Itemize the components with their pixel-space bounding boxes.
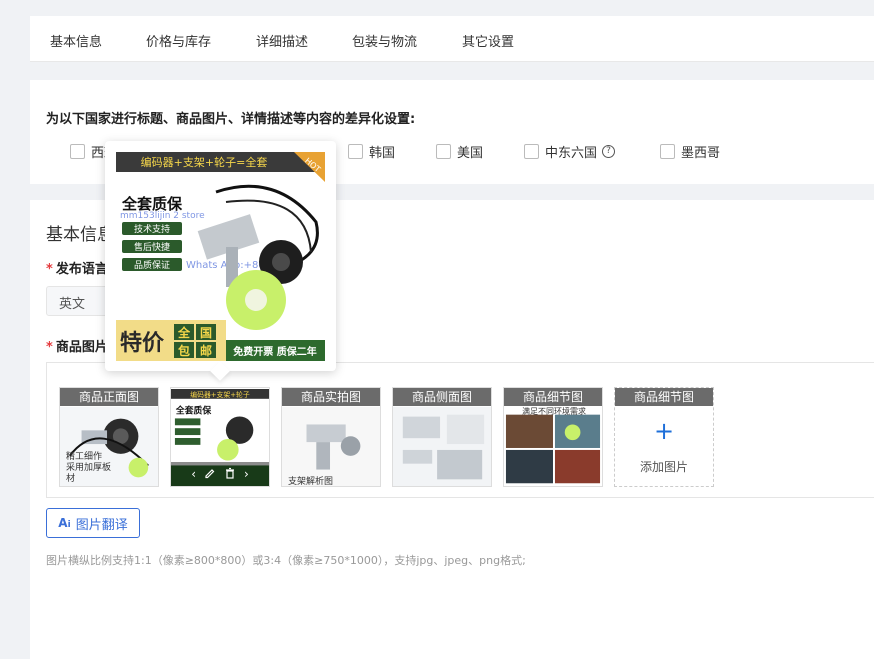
trash-icon[interactable] [224,467,236,482]
image-slot-real-shot[interactable]: 商品实拍图 支架解析图 [281,387,381,487]
image-preview-popover: 编码器+支架+轮子=全套 HOT 全套质保 mm153lijin 2 store… [105,141,336,381]
checkbox-box[interactable] [70,144,85,159]
svg-text:全套质保: 全套质保 [175,405,211,417]
help-icon[interactable]: ? [602,145,616,158]
image-upload-area: 商品正面图 精工细作 采用加厚板材 编码器+支架+轮子 全套质保 ‹ › 商品实… [46,362,874,498]
country-label: 美国 [457,146,484,161]
product-thumbnail [393,406,491,486]
image-translate-button[interactable]: Ai 图片翻译 [46,508,140,538]
slot-header: 商品正面图 [60,388,158,406]
country-checkbox-korea[interactable]: 韩国 [348,142,395,161]
product-thumbnail [504,406,602,486]
slot-header: 商品细节图 [504,388,602,406]
image-format-hint: 图片横纵比例支持1:1（像素≥800*800）或3:4（像素≥750*1000）… [46,554,526,567]
checkbox-box[interactable] [348,144,363,159]
promo-text: 特价 [120,330,165,356]
slot-header: 商品侧面图 [393,388,491,406]
image-slot-front[interactable]: 商品正面图 精工细作 采用加厚板材 [59,387,159,487]
checkbox-box[interactable] [524,144,539,159]
section-title: 基本信息 [46,225,114,245]
tab-other-settings[interactable]: 其它设置 [462,31,514,50]
publish-language-label: * 发布语言 [46,258,108,277]
preview-image: 编码器+支架+轮子=全套 HOT 全套质保 mm153lijin 2 store… [116,152,325,361]
ai-icon: Ai [58,516,71,530]
tab-basic-info[interactable]: 基本信息 [50,31,102,50]
checkbox-box[interactable] [660,144,675,159]
slot-header: 商品细节图 [615,388,713,406]
country-label: 中东六国 [545,146,598,161]
image-slot-add[interactable]: 商品细节图 + 添加图片 [614,387,714,487]
promo-sub: 全 [177,325,191,340]
country-checkbox-usa[interactable]: 美国 [436,142,483,161]
image-slot-back[interactable]: 编码器+支架+轮子 全套质保 ‹ › [170,387,270,487]
country-label: 墨西哥 [681,146,721,161]
tab-description[interactable]: 详细描述 [256,31,308,50]
checkbox-box[interactable] [436,144,451,159]
button-label: 图片翻译 [75,517,128,533]
tab-price-stock[interactable]: 价格与库存 [146,31,211,50]
tag-text: 品质保证 [134,259,170,271]
tag-text: 售后快捷 [134,241,170,253]
watermark: mm153lijin 2 store [120,211,205,221]
tab-bar: 基本信息 价格与库存 详细描述 包装与物流 其它设置 [30,16,874,62]
thumb-caption: 支架解析图 [288,477,334,487]
promo-sub: 包 [177,343,190,358]
thumbnail-actions: ‹ › [171,462,269,486]
chevron-left-icon[interactable]: ‹ [191,467,196,481]
edit-icon[interactable] [204,467,216,482]
required-mark: * [46,340,53,355]
image-slot-side[interactable]: 商品侧面图 [392,387,492,487]
country-checkbox-mexico[interactable]: 墨西哥 [660,142,720,161]
tag-text: 技术支持 [134,223,170,235]
add-image-label: 添加图片 [639,460,688,474]
banner-text: 编码器+支架+轮子=全套 [141,155,268,169]
promo-sub: 邮 [200,343,212,358]
plus-icon[interactable]: + [615,418,713,444]
label-text: 商品图片 [55,340,108,355]
country-checkbox-middle-east[interactable]: 中东六国? [524,142,616,161]
differentiation-title: 为以下国家进行标题、商品图片、详情描述等内容的差异化设置: [46,112,416,127]
svg-text:编码器+支架+轮子: 编码器+支架+轮子 [190,390,250,399]
image-slot-detail[interactable]: 商品细节图 满足不同环境需求 [503,387,603,487]
product-images-label: * 商品图片 [46,336,108,355]
country-label: 韩国 [369,146,396,161]
thumb-caption: 精工细作 采用加厚板材 [66,452,112,484]
thumb-caption: 满足不同环境需求 [522,407,586,416]
chevron-right-icon[interactable]: › [244,467,249,481]
promo-sub: 国 [200,326,212,340]
footer-text: 免费开票 质保二年 [233,345,316,358]
label-text: 发布语言 [55,262,108,277]
required-mark: * [46,262,53,277]
tab-packaging[interactable]: 包装与物流 [352,31,417,50]
slot-header: 商品实拍图 [282,388,380,406]
